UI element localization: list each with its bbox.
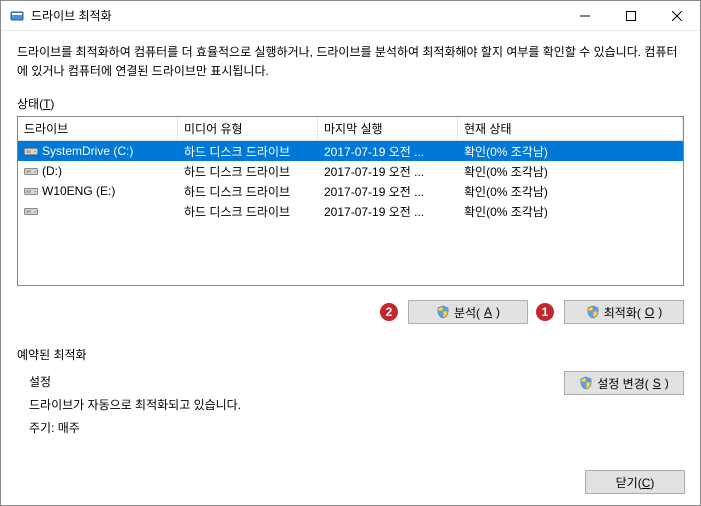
drive-name: SystemDrive (C:) [42, 144, 133, 158]
window-title: 드라이브 최적화 [31, 7, 562, 24]
optimize-button[interactable]: 최적화(O) [564, 300, 684, 324]
table-row[interactable]: W10ENG (E:) 하드 디스크 드라이브2017-07-19 오전 ...확… [18, 181, 683, 201]
drive-media: 하드 디스크 드라이브 [178, 143, 318, 160]
column-header-media[interactable]: 미디어 유형 [178, 117, 318, 140]
close-window-button[interactable] [654, 1, 700, 30]
drive-name: (D:) [42, 164, 62, 178]
schedule-title: 설정 [29, 371, 241, 394]
close-button[interactable]: 닫기(C) [585, 470, 685, 494]
minimize-button[interactable] [562, 1, 608, 30]
column-header-state[interactable]: 현재 상태 [458, 117, 683, 140]
drive-media: 하드 디스크 드라이브 [178, 163, 318, 180]
drive-icon [24, 205, 38, 217]
description-text: 드라이브를 최적화하여 컴퓨터를 더 효율적으로 실행하거나, 드라이브를 분석… [17, 43, 684, 81]
content-area: 드라이브를 최적화하여 컴퓨터를 더 효율적으로 실행하거나, 드라이브를 분석… [1, 31, 700, 448]
schedule-info: 설정 드라이브가 자동으로 최적화되고 있습니다. 주기: 매주 [17, 371, 241, 439]
change-settings-button[interactable]: 설정 변경(S) [564, 371, 684, 395]
drives-listview[interactable]: 드라이브 미디어 유형 마지막 실행 현재 상태 SystemDrive (C:… [17, 116, 684, 286]
titlebar: 드라이브 최적화 [1, 1, 700, 31]
marker-optimize: 1 [536, 303, 554, 321]
analyze-button[interactable]: 분석(A) [408, 300, 528, 324]
table-row[interactable]: (D:) 하드 디스크 드라이브2017-07-19 오전 ...확인(0% 조각… [18, 161, 683, 181]
drive-last-run: 2017-07-19 오전 ... [318, 143, 458, 160]
maximize-button[interactable] [608, 1, 654, 30]
drive-last-run: 2017-07-19 오전 ... [318, 203, 458, 220]
drive-icon [24, 145, 38, 157]
scheduled-section: 예약된 최적화 설정 드라이브가 자동으로 최적화되고 있습니다. 주기: 매주… [17, 346, 684, 439]
marker-analyze: 2 [380, 303, 398, 321]
schedule-line2: 주기: 매주 [29, 417, 241, 440]
drive-icon [24, 185, 38, 197]
scheduled-header: 예약된 최적화 [17, 346, 684, 363]
shield-icon [436, 305, 450, 319]
drive-name: W10ENG (E:) [42, 184, 115, 198]
shield-icon [586, 305, 600, 319]
shield-icon [579, 376, 593, 390]
schedule-line1: 드라이브가 자동으로 최적화되고 있습니다. [29, 394, 241, 417]
listview-header: 드라이브 미디어 유형 마지막 실행 현재 상태 [18, 117, 683, 141]
drive-media: 하드 디스크 드라이브 [178, 183, 318, 200]
drive-last-run: 2017-07-19 오전 ... [318, 163, 458, 180]
bottom-bar: 닫기(C) [0, 462, 701, 506]
status-label: 상태(T) [17, 95, 684, 112]
drive-state: 확인(0% 조각남) [458, 203, 683, 220]
drive-state: 확인(0% 조각남) [458, 183, 683, 200]
column-header-drive[interactable]: 드라이브 [18, 117, 178, 140]
drive-icon [24, 165, 38, 177]
column-header-last[interactable]: 마지막 실행 [318, 117, 458, 140]
drive-state: 확인(0% 조각남) [458, 143, 683, 160]
table-row[interactable]: 하드 디스크 드라이브2017-07-19 오전 ...확인(0% 조각남) [18, 201, 683, 221]
table-row[interactable]: SystemDrive (C:) 하드 디스크 드라이브2017-07-19 오전… [18, 141, 683, 161]
app-icon [9, 8, 25, 24]
drive-state: 확인(0% 조각남) [458, 163, 683, 180]
drive-last-run: 2017-07-19 오전 ... [318, 183, 458, 200]
action-buttons-row: 2 분석(A) 1 최적화(O) [17, 300, 684, 324]
drive-media: 하드 디스크 드라이브 [178, 203, 318, 220]
